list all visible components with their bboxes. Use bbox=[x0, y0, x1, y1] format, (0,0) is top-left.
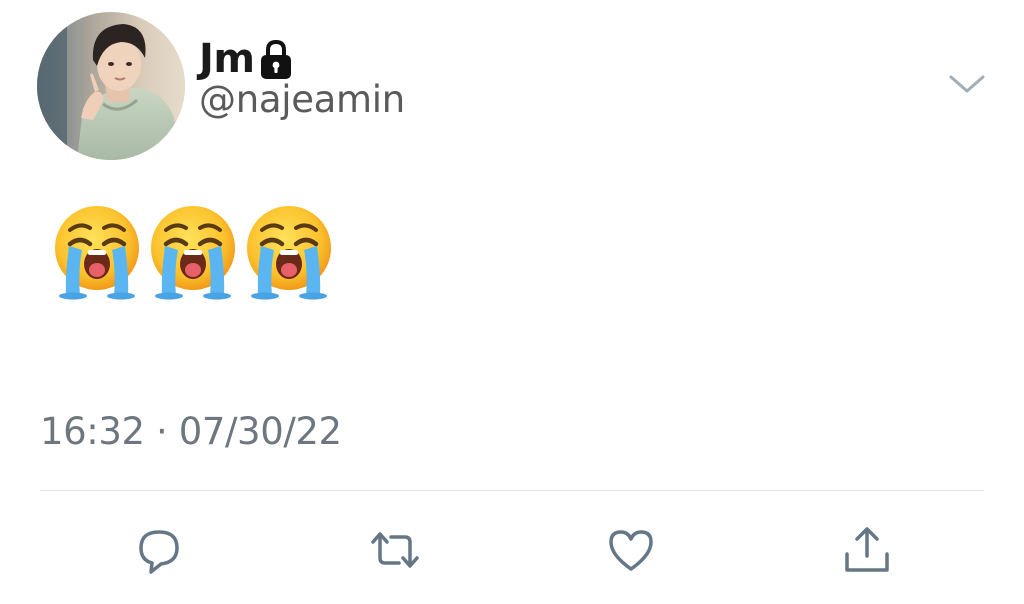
tweet-timestamp[interactable]: 16:32 · 07/30/22 bbox=[40, 410, 342, 453]
share-button[interactable] bbox=[839, 522, 895, 578]
lock-icon bbox=[260, 39, 291, 79]
loudly-crying-face-emoji bbox=[55, 206, 139, 300]
divider bbox=[40, 490, 984, 491]
tweet-card: Jm @najeamin 16:32 · 07/30/22 bbox=[0, 0, 1024, 604]
user-handle[interactable]: @najeamin bbox=[199, 78, 405, 121]
heart-icon bbox=[609, 530, 653, 571]
reply-icon bbox=[139, 530, 179, 574]
retweet-icon bbox=[371, 532, 419, 568]
loudly-crying-face-emoji bbox=[247, 206, 331, 300]
like-button[interactable] bbox=[603, 522, 659, 578]
reply-button[interactable] bbox=[131, 522, 187, 578]
chevron-down-icon[interactable] bbox=[948, 72, 986, 96]
loudly-crying-face-emoji bbox=[151, 206, 235, 300]
tweet-text bbox=[52, 204, 334, 300]
avatar-image bbox=[37, 12, 185, 160]
share-icon bbox=[845, 527, 889, 572]
retweet-button[interactable] bbox=[367, 522, 423, 578]
avatar[interactable] bbox=[37, 12, 185, 160]
display-name-text: Jm bbox=[199, 36, 255, 82]
